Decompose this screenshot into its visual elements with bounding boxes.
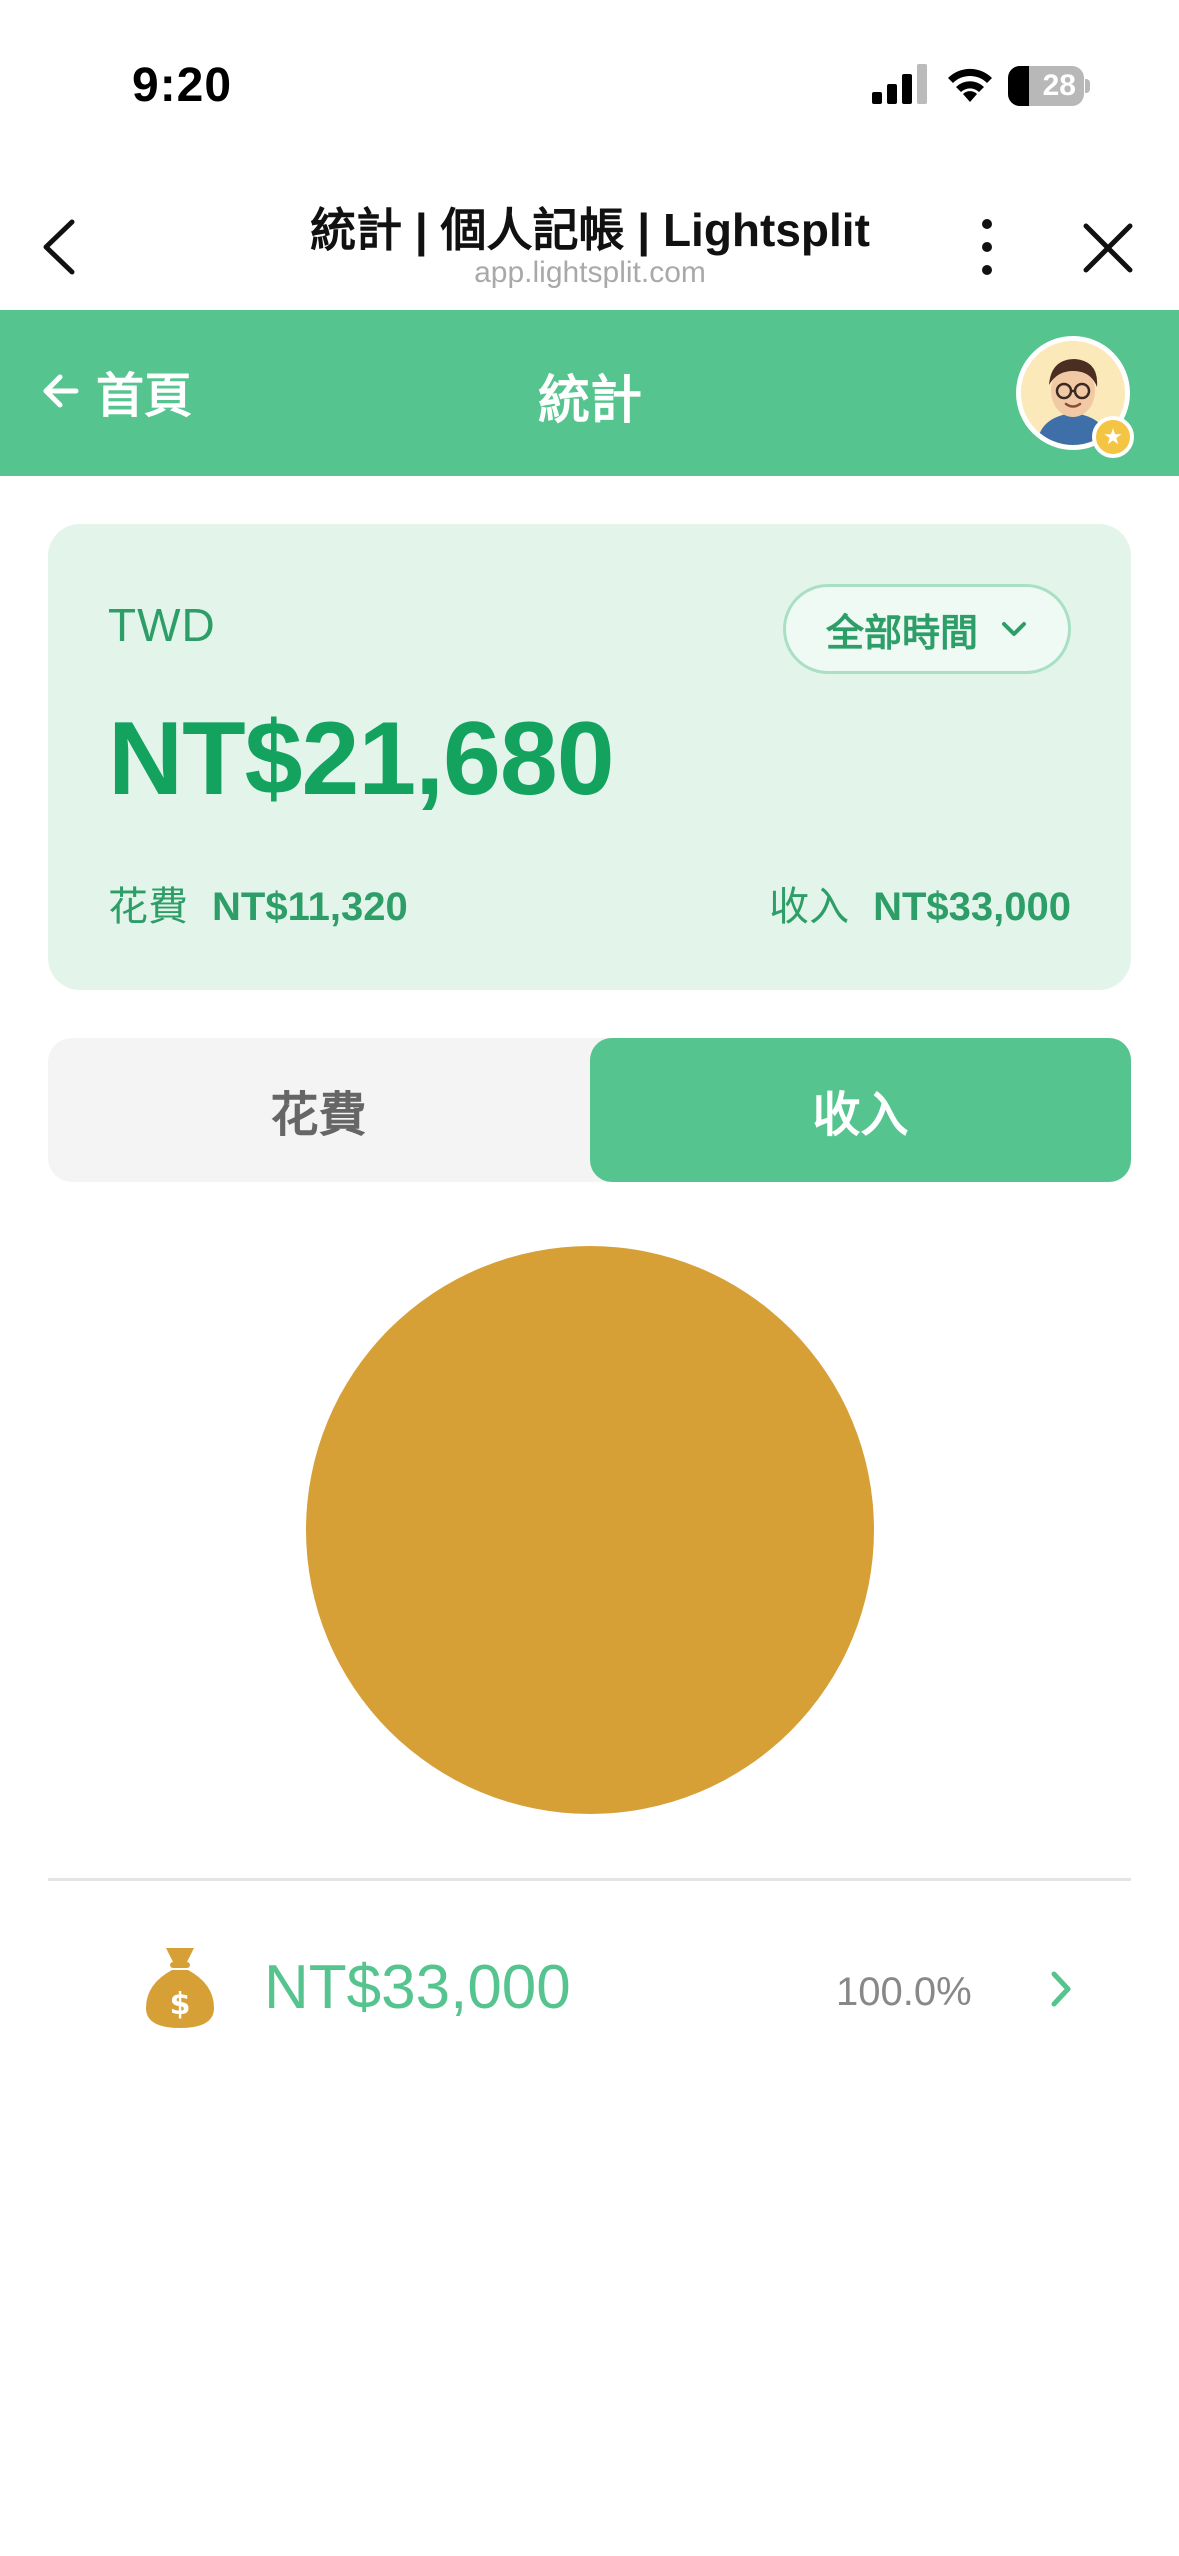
tab-expense[interactable]: 花費 [48,1038,589,1182]
battery-icon: 28 [1008,66,1090,106]
cellular-signal-icon [872,64,927,104]
battery-level: 28 [1042,69,1076,102]
category-amount: NT$33,000 [264,1953,571,2022]
pie-slice-0[interactable] [306,1246,874,1814]
avatar[interactable]: ★ [1016,336,1134,458]
balance-amount: NT$21,680 [108,701,615,817]
home-link[interactable]: 首頁 [40,356,192,426]
star-badge-icon: ★ [1092,416,1134,458]
expense-summary: 花費 NT$11,320 [108,874,408,932]
income-value: NT$33,000 [873,885,1071,929]
category-percent: 100.0% [836,1970,972,2014]
status-time: 9:20 [132,59,233,112]
pie-chart [306,1246,874,1814]
app-header: 首頁 統計 ★ [0,310,1179,476]
type-toggle: 花費 收入 [48,1038,1131,1182]
summary-card: TWD 全部時間 NT$21,680 花費 NT$11,320 收入 NT$33,0… [48,524,1131,990]
time-range-dropdown[interactable]: 全部時間 [783,584,1071,674]
expense-value: NT$11,320 [212,885,408,929]
svg-text:$: $ [170,1987,191,2022]
currency-label: TWD [108,599,216,651]
category-row[interactable]: $ NT$33,000 100.0% [48,1922,1131,2052]
back-chevron-icon[interactable] [36,212,86,282]
browser-title: 統計 | 個人記帳 | Lightsplit [310,204,870,256]
page-title: 統計 [537,372,642,430]
close-icon[interactable] [1080,220,1136,276]
income-label: 收入 [769,885,850,929]
money-bag-icon: $ [146,1948,214,2028]
status-bar: 9:20 28 [0,0,1179,170]
expense-label: 花費 [108,885,188,929]
more-vertical-icon[interactable] [970,212,1004,282]
arrow-left-icon [43,374,79,408]
wifi-icon [948,68,992,102]
chevron-down-icon [1002,622,1026,636]
home-label: 首頁 [96,370,193,423]
income-summary: 收入 NT$33,000 [769,874,1071,932]
tab-income[interactable]: 收入 [590,1038,1131,1182]
divider [48,1878,1131,1881]
chevron-right-icon [1051,1971,1071,2007]
time-range-label: 全部時間 [825,612,978,655]
browser-url: app.lightsplit.com [474,256,706,289]
browser-bar: 統計 | 個人記帳 | Lightsplit app.lightsplit.co… [0,170,1179,310]
